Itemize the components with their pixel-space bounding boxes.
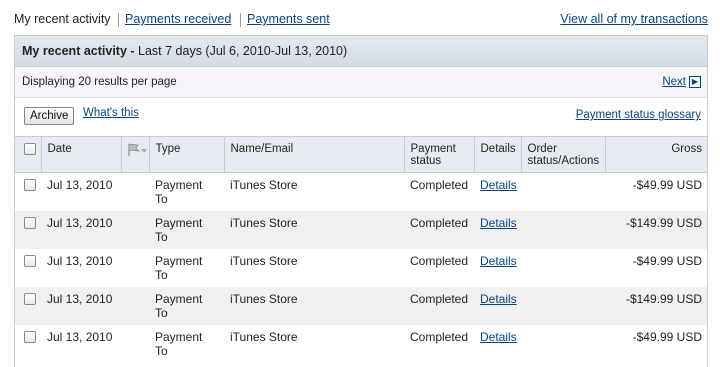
row-details-link[interactable]: Details (480, 330, 517, 344)
view-all-transactions-link[interactable]: View all of my transactions (560, 12, 708, 26)
nav-divider (240, 13, 241, 27)
next-page-link[interactable]: Next (662, 76, 686, 88)
row-type: Payment To (155, 329, 203, 358)
row-type: Payment To (155, 253, 203, 282)
row-status: Completed (410, 178, 469, 192)
column-order-status-line1: Order (527, 143, 557, 155)
table-row: Jul 13, 2010 Payment To iTunes Store Comp… (15, 249, 707, 287)
row-checkbox[interactable] (24, 179, 36, 191)
results-per-page-text: Displaying 20 results per page (22, 76, 177, 88)
row-gross: -$49.99 USD (632, 253, 702, 268)
payment-status-glossary-link[interactable]: Payment status glossary (576, 109, 701, 121)
nav-payments-received-link[interactable]: Payments received (125, 12, 231, 26)
row-date: Jul 13, 2010 (47, 178, 113, 192)
table-header-row: Date Type Name/Email Payment status Deta… (15, 136, 707, 173)
table-row: Jul 13, 2010 Payment To iTunes Store Comp… (15, 286, 707, 325)
panel-title: My recent activity - (22, 44, 135, 58)
whats-this-link[interactable]: What's this (83, 107, 139, 119)
panel-date-range: Last 7 days (Jul 6, 2010-Jul 13, 2010) (134, 44, 348, 58)
select-all-cell (15, 136, 41, 173)
row-checkbox[interactable] (24, 254, 36, 267)
row-checkbox[interactable] (24, 292, 36, 305)
flag-icon (126, 143, 148, 157)
nav-payments-sent-link[interactable]: Payments sent (247, 12, 330, 26)
select-all-checkbox[interactable] (24, 143, 36, 155)
table-row: Jul 13, 2010 Payment To iTunes Store Comp… (15, 325, 707, 363)
row-status: Completed (410, 253, 469, 268)
activity-nav: My recent activity Payments received Pay… (14, 12, 708, 28)
row-checkbox[interactable] (24, 216, 36, 229)
row-details-link[interactable]: Details (480, 292, 517, 306)
row-gross: -$149.99 USD (625, 215, 702, 230)
recent-activity-panel: My recent activity - Last 7 days (Jul 6,… (14, 35, 708, 367)
row-type: Payment To (155, 215, 203, 244)
pager-bar: Displaying 20 results per page Next ▶ (15, 67, 707, 98)
row-gross: -$49.99 USD (632, 329, 702, 344)
row-date: Jul 13, 2010 (47, 329, 113, 344)
actions-bar: Archive What's this Payment status gloss… (15, 98, 707, 136)
row-name: iTunes Store (230, 178, 298, 192)
column-flag[interactable] (120, 136, 149, 173)
row-status: Completed (410, 215, 469, 230)
column-date[interactable]: Date (40, 136, 121, 173)
row-status: Completed (410, 291, 469, 306)
row-details-link[interactable]: Details (480, 254, 517, 268)
column-gross[interactable]: Gross (604, 136, 707, 173)
column-payment-status-line1: Payment (410, 143, 456, 155)
row-type: Payment To (155, 178, 203, 206)
column-payment-status-line2: status (410, 155, 442, 167)
row-name: iTunes Store (230, 291, 298, 306)
row-details-link[interactable]: Details (480, 178, 517, 192)
row-checkbox[interactable] (24, 330, 36, 343)
row-status: Completed (410, 329, 469, 344)
archive-button[interactable]: Archive (24, 107, 75, 125)
next-page-icon[interactable]: ▶ (689, 76, 701, 88)
row-details-link[interactable]: Details (480, 216, 517, 230)
row-type: Payment To (155, 291, 203, 320)
row-date: Jul 13, 2010 (47, 253, 113, 268)
nav-my-recent-activity: My recent activity (14, 12, 111, 26)
column-payment-status[interactable]: Payment status (403, 136, 474, 173)
row-date: Jul 13, 2010 (47, 291, 113, 306)
row-date: Jul 13, 2010 (47, 215, 113, 230)
row-name: iTunes Store (230, 253, 298, 268)
transactions-table: Date Type Name/Email Payment status Deta… (15, 136, 707, 363)
panel-header: My recent activity - Last 7 days (Jul 6,… (15, 36, 707, 67)
column-order-status: Order status/Actions (520, 136, 605, 173)
row-gross: -$149.99 USD (625, 291, 702, 306)
row-name: iTunes Store (230, 215, 298, 230)
row-gross: -$49.99 USD (632, 178, 702, 192)
column-name-email[interactable]: Name/Email (223, 136, 404, 173)
nav-divider (118, 13, 119, 27)
table-row: Jul 13, 2010 Payment To iTunes Store Comp… (15, 173, 707, 211)
column-details: Details (473, 136, 521, 173)
column-order-status-line2: status/Actions (527, 155, 600, 167)
column-type[interactable]: Type (148, 136, 224, 173)
row-name: iTunes Store (230, 329, 298, 344)
table-row: Jul 13, 2010 Payment To iTunes Store Comp… (15, 210, 707, 249)
